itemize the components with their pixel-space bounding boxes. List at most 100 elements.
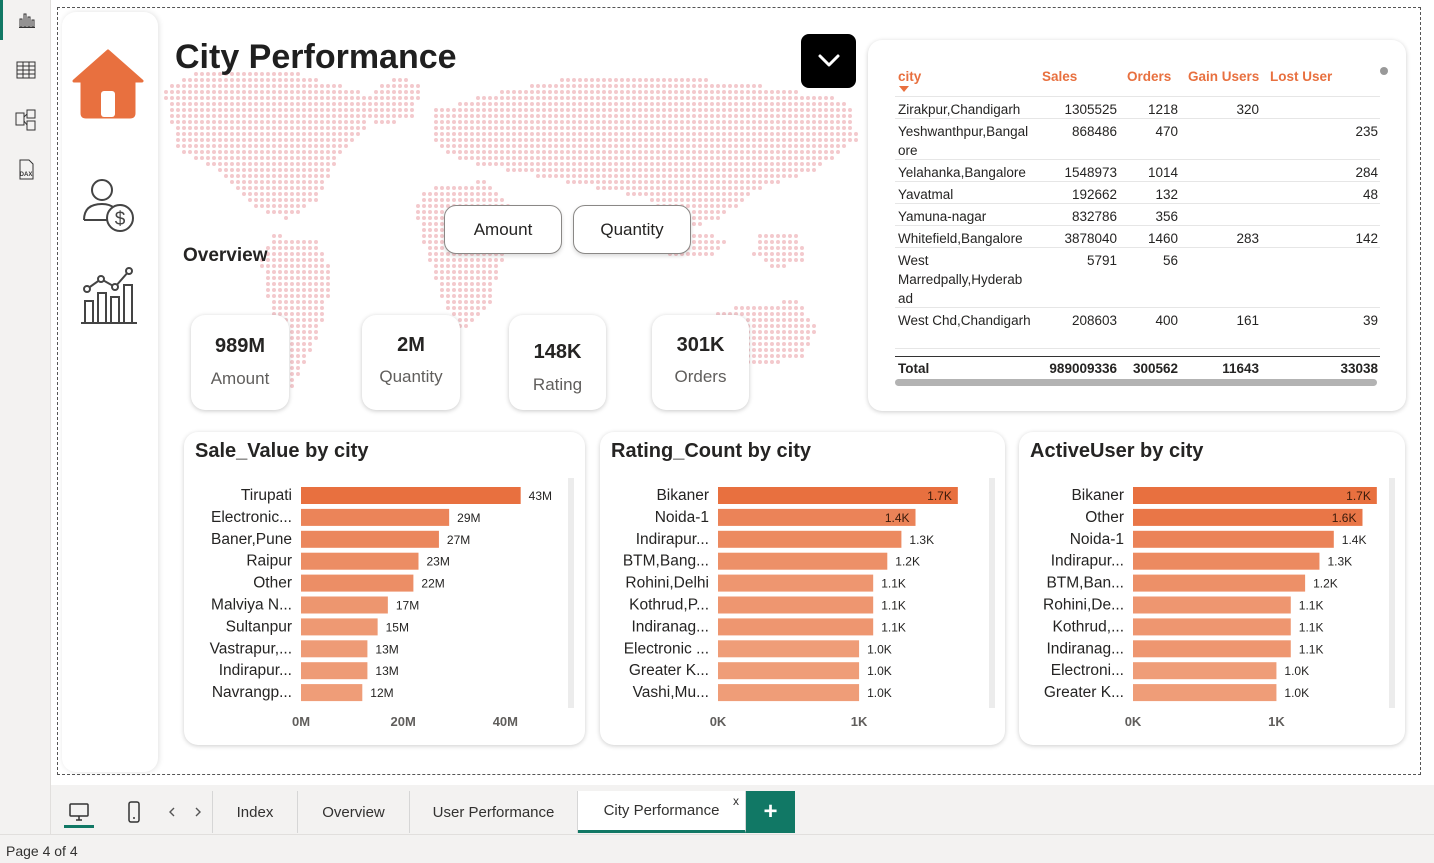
report-view-button[interactable] (0, 0, 51, 40)
quantity-toggle-button[interactable]: Quantity (573, 205, 691, 254)
bar[interactable] (718, 618, 874, 636)
map-dot (320, 144, 324, 148)
bar[interactable] (301, 596, 388, 614)
bar[interactable] (301, 487, 521, 504)
bar[interactable] (1133, 574, 1306, 592)
table-row[interactable]: West Chd,Chandigarh 208603 400 161 39 (895, 308, 1380, 349)
map-dot (824, 102, 828, 106)
table-row[interactable]: Yavatmal 192662 132 48 (895, 182, 1380, 204)
map-dot (440, 132, 444, 136)
map-dot (296, 198, 300, 202)
column-header-lost-user[interactable]: Lost User (1270, 69, 1332, 84)
cell-lost-user: 39 (1362, 313, 1378, 328)
bar[interactable] (1133, 684, 1277, 702)
bar[interactable] (301, 508, 450, 526)
chart-scrollbar[interactable] (1389, 478, 1395, 708)
tab-overview[interactable]: Overview (298, 791, 410, 833)
map-dot (746, 126, 750, 130)
bar[interactable] (1133, 662, 1277, 680)
tab-user-performance[interactable]: User Performance (410, 791, 578, 833)
bar[interactable] (301, 574, 414, 592)
chart-scrollbar[interactable] (568, 478, 574, 708)
home-button[interactable] (70, 46, 146, 120)
dropdown-toggle-button[interactable] (801, 34, 856, 88)
bar[interactable] (1133, 530, 1334, 548)
map-dot (290, 348, 294, 352)
chart-scrollbar[interactable] (989, 478, 995, 708)
map-dot (242, 186, 246, 190)
bar[interactable] (718, 487, 958, 504)
tab-scroll-left-button[interactable] (165, 804, 179, 820)
map-dot (530, 102, 534, 106)
bar[interactable] (718, 574, 874, 592)
column-header-sales[interactable]: Sales (1042, 69, 1077, 84)
map-dot (482, 186, 486, 190)
column-header-orders[interactable]: Orders (1127, 69, 1171, 84)
desktop-layout-button[interactable] (63, 796, 95, 828)
bar[interactable] (1133, 596, 1291, 614)
bar[interactable] (301, 684, 363, 702)
table-scrollbar-thumb[interactable] (1379, 66, 1389, 76)
table-body[interactable]: Zirakpur,Chandigarh 1305525 1218 320 Yeshwan… (895, 97, 1380, 356)
bar[interactable] (1133, 487, 1377, 504)
map-dot (224, 114, 228, 118)
table-view-button[interactable] (0, 50, 51, 90)
tab-scroll-right-button[interactable] (191, 804, 205, 820)
bar[interactable] (301, 640, 368, 658)
map-dot (452, 114, 456, 118)
bar[interactable] (1133, 618, 1291, 636)
close-tab-button[interactable]: x (733, 794, 739, 808)
bar[interactable] (1133, 640, 1291, 658)
bar[interactable] (301, 530, 439, 548)
bar[interactable] (1133, 552, 1320, 570)
table-row[interactable]: Yeshwanthpur,Bangal ore 868486 470 235 (895, 119, 1380, 160)
bar[interactable] (718, 662, 860, 680)
amount-toggle-button[interactable]: Amount (444, 205, 562, 254)
map-dot (686, 96, 690, 100)
map-dot (704, 174, 708, 178)
map-dot (734, 156, 738, 160)
tab-city-performance[interactable]: City Performance (578, 791, 746, 833)
map-dot (650, 174, 654, 178)
map-dot (836, 102, 840, 106)
dax-query-button[interactable]: DAX (0, 150, 51, 190)
mobile-icon (128, 801, 140, 823)
model-view-button[interactable] (0, 100, 51, 140)
map-dot (494, 102, 498, 106)
bar[interactable] (718, 530, 902, 548)
performance-chart-button[interactable] (76, 262, 142, 328)
bar[interactable] (301, 552, 419, 570)
column-header-gain-users[interactable]: Gain Users (1188, 69, 1259, 84)
table-row[interactable]: Yelahanka,Bangalore 1548973 1014 284 (895, 160, 1380, 182)
user-sales-button[interactable]: $ (76, 172, 142, 238)
bar[interactable] (718, 684, 860, 702)
map-dot (410, 96, 414, 100)
map-dot (740, 174, 744, 178)
table-row[interactable]: West Marredpally,Hyderab ad 5791 56 (895, 248, 1380, 308)
column-header-city[interactable]: city (898, 69, 921, 84)
mobile-layout-button[interactable] (118, 796, 150, 828)
map-dot (476, 150, 480, 154)
bar[interactable] (718, 596, 874, 614)
bar[interactable] (301, 662, 368, 680)
tab-index[interactable]: Index (213, 791, 298, 833)
map-dot (308, 180, 312, 184)
map-dot (728, 102, 732, 106)
table-row[interactable]: Zirakpur,Chandigarh 1305525 1218 320 (895, 97, 1380, 119)
bar[interactable] (1133, 508, 1363, 526)
table-row[interactable]: Whitefield,Bangalore 3878040 1460 283 142 (895, 226, 1380, 248)
bar[interactable] (718, 640, 860, 658)
map-dot (674, 156, 678, 160)
bar[interactable] (301, 618, 378, 636)
map-dot (290, 102, 294, 106)
map-dot (314, 276, 318, 280)
table-row[interactable]: Yamuna-nagar 832786 356 (895, 204, 1380, 226)
map-dot (704, 240, 708, 244)
add-page-button[interactable]: + (746, 791, 795, 833)
bar[interactable] (718, 552, 888, 570)
map-dot (194, 108, 198, 112)
map-dot (656, 108, 660, 112)
table-horizontal-scrollbar[interactable] (895, 379, 1377, 386)
sort-desc-icon[interactable] (899, 86, 909, 92)
map-dot (524, 108, 528, 112)
